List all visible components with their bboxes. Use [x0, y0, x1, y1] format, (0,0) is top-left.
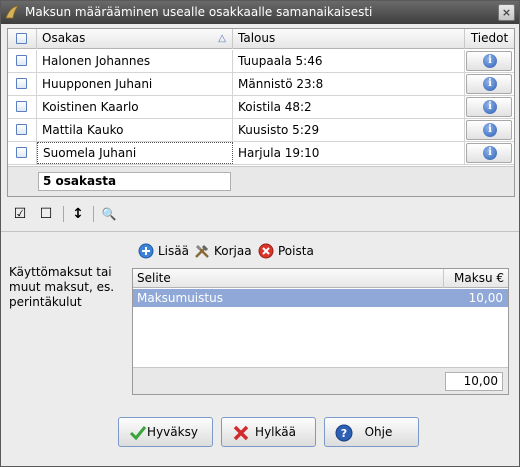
details-button[interactable]: i — [466, 143, 512, 163]
info-icon: i — [483, 123, 497, 137]
add-fee-label: Lisää — [158, 244, 189, 258]
row-select-cell — [8, 73, 37, 95]
reject-label: Hylkää — [255, 425, 296, 439]
column-header-amount[interactable]: Maksu € — [444, 269, 508, 288]
column-header-household[interactable]: Talous — [233, 29, 465, 49]
owners-table: Osakas △ Talous Tiedot Halonen Johannes … — [7, 28, 515, 197]
details-button[interactable]: i — [466, 97, 512, 117]
fees-table-header: Selite Maksu € — [133, 269, 508, 288]
table-row[interactable]: Suomela Juhani Harjula 19:10 i — [8, 142, 514, 165]
household-cell: Kuusisto 5:29 — [233, 119, 465, 141]
check-all-icon[interactable]: ☑ — [11, 205, 29, 223]
details-button[interactable]: i — [466, 120, 512, 140]
info-icon: i — [483, 77, 497, 91]
details-button[interactable]: i — [466, 51, 512, 71]
uncheck-all-icon[interactable]: ☐ — [37, 205, 55, 223]
household-cell: Männistö 23:8 — [233, 73, 465, 95]
select-all-header[interactable] — [8, 29, 37, 49]
fees-label: Käyttömaksut tai muut maksut, es. perint… — [9, 265, 115, 309]
accept-label: Hyväksy — [147, 425, 198, 439]
table-row[interactable]: Maksumuistus 10,00 — [133, 289, 508, 307]
owner-cell: Mattila Kauko — [37, 119, 233, 141]
owners-table-header: Osakas △ Talous Tiedot — [8, 29, 514, 49]
delete-fee-label: Poista — [278, 244, 314, 258]
table-row[interactable]: Halonen Johannes Tuupaala 5:46 i — [8, 50, 514, 73]
column-details-label: Tiedot — [470, 31, 509, 45]
window-title: Maksun määrääminen usealle osakkaalle sa… — [25, 5, 373, 19]
sort-ascending-icon: △ — [218, 33, 226, 44]
accept-button[interactable]: Hyväksy — [118, 417, 213, 447]
row-select-cell — [8, 142, 37, 164]
owner-cell: Koistinen Kaarlo — [37, 96, 233, 118]
help-button[interactable]: ? Ohje — [324, 417, 419, 447]
tools-icon — [195, 244, 209, 258]
help-label: Ohje — [364, 425, 393, 439]
household-cell: Tuupaala 5:46 — [233, 50, 465, 72]
fee-amount: 10,00 — [468, 291, 503, 305]
household-cell: Harjula 19:10 — [233, 142, 465, 164]
row-checkbox[interactable] — [16, 78, 27, 89]
section-divider — [1, 231, 519, 232]
details-button[interactable]: i — [466, 74, 512, 94]
owner-count: 5 osakasta — [38, 172, 231, 191]
info-icon: i — [483, 54, 497, 68]
column-household-label: Talous — [238, 31, 276, 45]
row-checkbox[interactable] — [16, 147, 27, 158]
info-icon: i — [483, 100, 497, 114]
app-icon — [5, 5, 19, 19]
table-row[interactable]: Koistinen Kaarlo Koistila 48:2 i — [8, 96, 514, 119]
dialog-window: Maksun määrääminen usealle osakkaalle sa… — [0, 0, 520, 467]
fees-table: Selite Maksu € Maksumuistus 10,00 10,00 — [132, 268, 509, 395]
selection-toolbar: ☑ ☐ ↕ 🔍 — [7, 201, 515, 227]
owner-cell: Halonen Johannes — [37, 50, 233, 72]
select-all-checkbox[interactable] — [16, 33, 27, 44]
owner-cell: Suomela Juhani — [37, 142, 233, 164]
close-icon: × — [501, 6, 512, 19]
row-checkbox[interactable] — [16, 101, 27, 112]
toolbar-separator — [93, 206, 94, 222]
table-row[interactable]: Mattila Kauko Kuusisto 5:29 i — [8, 119, 514, 142]
household-cell: Koistila 48:2 — [233, 96, 465, 118]
fee-description: Maksumuistus — [137, 291, 223, 305]
toolbar-separator — [63, 206, 64, 222]
info-icon: i — [483, 146, 497, 160]
table-row[interactable]: Huupponen Juhani Männistö 23:8 i — [8, 73, 514, 96]
column-header-details: Tiedot — [465, 29, 514, 49]
row-select-cell — [8, 50, 37, 72]
delete-icon — [258, 243, 274, 259]
column-header-description[interactable]: Selite — [133, 269, 444, 288]
search-icon[interactable]: 🔍 — [100, 205, 118, 223]
owner-cell: Huupponen Juhani — [37, 73, 233, 95]
row-select-cell — [8, 96, 37, 118]
fees-table-footer: 10,00 — [133, 367, 508, 394]
sort-icon[interactable]: ↕ — [69, 205, 87, 223]
fees-total: 10,00 — [445, 372, 503, 391]
title-bar: Maksun määrääminen usealle osakkaalle sa… — [1, 1, 519, 24]
column-owner-label: Osakas — [42, 31, 86, 45]
edit-fee-label: Korjaa — [214, 244, 252, 258]
row-checkbox[interactable] — [16, 55, 27, 66]
add-icon — [138, 243, 154, 259]
close-button[interactable]: × — [498, 4, 515, 21]
row-select-cell — [8, 119, 37, 141]
row-checkbox[interactable] — [16, 124, 27, 135]
column-header-owner[interactable]: Osakas △ — [37, 29, 233, 49]
reject-button[interactable]: Hylkää — [221, 417, 316, 447]
owners-table-footer: 5 osakasta — [8, 166, 514, 196]
